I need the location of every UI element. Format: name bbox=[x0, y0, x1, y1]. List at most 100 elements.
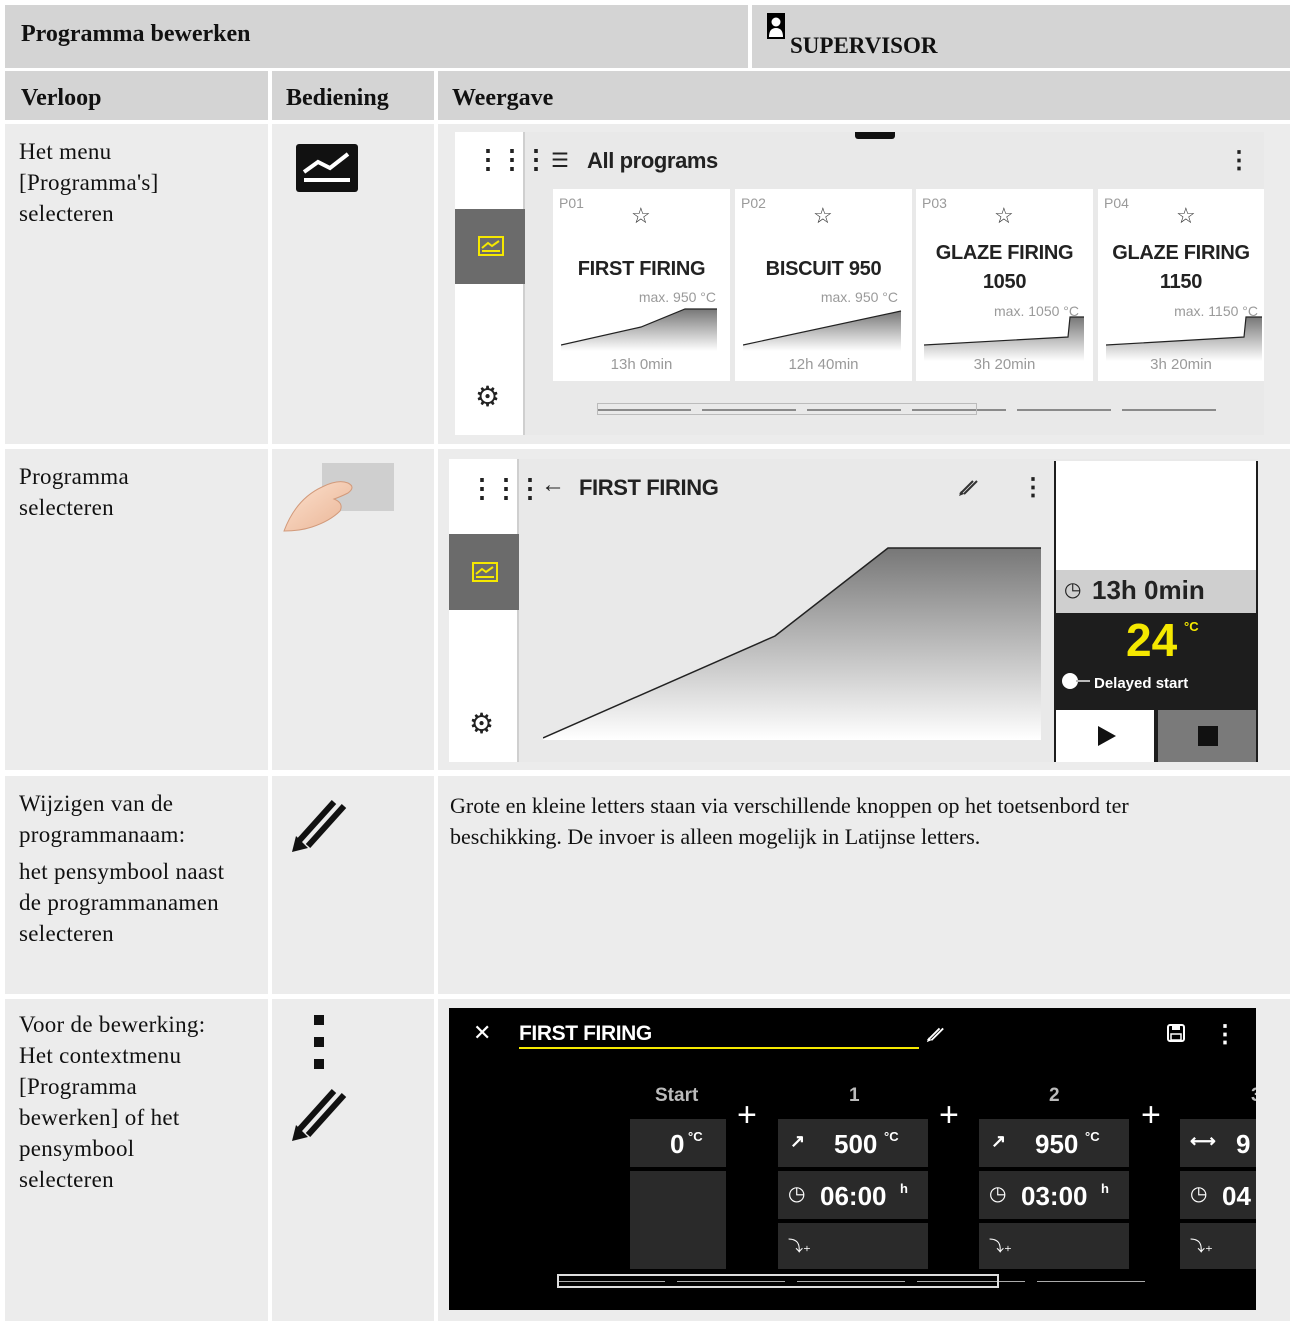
program-card[interactable]: P02 ☆ BISCUIT 950 max. 950 °C 12h 40min bbox=[735, 189, 912, 381]
text-line: Voor de bewerking: bbox=[19, 1012, 206, 1037]
scroll-thumb[interactable] bbox=[557, 1274, 999, 1288]
more-menu-icon[interactable]: ⋮ bbox=[1227, 146, 1251, 175]
play-icon bbox=[1098, 726, 1116, 746]
program-id: P03 bbox=[922, 195, 947, 211]
user-icon bbox=[767, 13, 785, 39]
current-temperature: 24 bbox=[1126, 614, 1178, 666]
segment-event-tile[interactable]: ⤵₊ bbox=[1180, 1223, 1256, 1269]
nav-programs-active[interactable] bbox=[449, 534, 519, 610]
column-header-weergave: Weergave bbox=[438, 71, 1290, 120]
row1-display: ⋮⋮⋮ ⚙ ☰ All programs ⋮ P01 ☆ FIRST FIRIN… bbox=[438, 124, 1290, 444]
header-role-cell: SUPERVISOR bbox=[752, 5, 1290, 68]
segment-event-tile[interactable]: ⤵₊ bbox=[778, 1223, 928, 1269]
temperature-unit: °C bbox=[1184, 619, 1199, 634]
unit-label: °C bbox=[688, 1129, 703, 1144]
segment-temp-value: 500 bbox=[834, 1129, 878, 1159]
segment-temp-tile[interactable]: ↗ 950 °C bbox=[979, 1119, 1129, 1167]
program-id: P02 bbox=[741, 195, 766, 211]
segment-time-tile[interactable]: ◷ 03:00 h bbox=[979, 1171, 1129, 1219]
top-notch bbox=[855, 132, 895, 139]
pencil-icon[interactable] bbox=[957, 475, 979, 497]
program-name: GLAZE FIRING bbox=[935, 242, 1074, 264]
unit-label: h bbox=[900, 1181, 908, 1196]
text-line: selecteren bbox=[19, 1167, 114, 1192]
program-curve bbox=[743, 310, 902, 351]
duration-value: 13h 0min bbox=[1092, 575, 1205, 605]
row3-display: Grote en kleine letters staan via versch… bbox=[438, 776, 1290, 994]
star-icon[interactable]: ☆ bbox=[813, 203, 833, 229]
program-card[interactable]: P03 ☆ GLAZE FIRING 1050 max. 1050 °C 3h … bbox=[916, 189, 1093, 381]
stop-button[interactable] bbox=[1158, 710, 1256, 762]
pencil-icon[interactable] bbox=[925, 1023, 945, 1043]
segment-time-tile[interactable]: ◷ 04 bbox=[1180, 1171, 1256, 1219]
scroll-thumb[interactable] bbox=[597, 403, 977, 415]
pencil-icon bbox=[292, 799, 347, 852]
add-segment-button[interactable]: + bbox=[737, 1096, 757, 1135]
apps-grid-icon[interactable]: ⋮⋮⋮ bbox=[469, 475, 543, 501]
segment-time-tile[interactable]: ◷ 06:00 h bbox=[778, 1171, 928, 1219]
column-header-verloop: Verloop bbox=[5, 71, 268, 120]
star-icon[interactable]: ☆ bbox=[631, 203, 651, 229]
programs-screen-title: All programs bbox=[587, 148, 718, 173]
play-button[interactable] bbox=[1056, 710, 1154, 762]
text-line: Programma bbox=[19, 464, 130, 489]
row2-control bbox=[272, 449, 434, 770]
program-name-line2: 1150 bbox=[1159, 271, 1203, 293]
row2-step-text: Programma selecteren bbox=[19, 461, 129, 523]
segment-temp-tile[interactable]: ⟷ 9 bbox=[1180, 1119, 1256, 1167]
more-menu-icon[interactable]: ⋮ bbox=[1213, 1020, 1237, 1049]
text-line: de programmanamen bbox=[19, 890, 219, 915]
segment-temp-value: 950 bbox=[1035, 1129, 1079, 1159]
delayed-start-label: Delayed start bbox=[1094, 675, 1189, 692]
text-line: selecteren bbox=[19, 495, 114, 520]
back-arrow-icon[interactable]: ← bbox=[541, 471, 565, 499]
text-line: Wijzigen van de bbox=[19, 791, 174, 816]
program-edit-screen: ✕ FIRST FIRING ⋮ Start 0 °C + + + 1 ↗ 50… bbox=[449, 1008, 1256, 1310]
firing-curve-chart bbox=[543, 547, 1041, 740]
row3-step-text: Wijzigen van de programmanaam: het pensy… bbox=[19, 788, 224, 949]
stop-icon bbox=[1198, 726, 1218, 746]
row4-display: ✕ FIRST FIRING ⋮ Start 0 °C + + + 1 ↗ 50… bbox=[438, 999, 1290, 1321]
program-duration: 3h 20min bbox=[1150, 356, 1212, 373]
clock-icon: ◷ bbox=[1190, 1183, 1208, 1205]
ramp-icon: ↗ bbox=[790, 1131, 806, 1151]
start-label: Start bbox=[655, 1085, 699, 1106]
gear-icon[interactable]: ⚙ bbox=[475, 380, 500, 413]
program-card[interactable]: P01 ☆ FIRST FIRING max. 950 °C 13h 0min bbox=[553, 189, 730, 381]
add-segment-button[interactable]: + bbox=[939, 1096, 959, 1135]
segment-event-tile[interactable]: ⤵₊ bbox=[979, 1223, 1129, 1269]
close-icon[interactable]: ✕ bbox=[473, 1020, 491, 1046]
star-icon[interactable]: ☆ bbox=[994, 203, 1014, 229]
program-duration: 3h 20min bbox=[973, 356, 1036, 373]
hold-icon: ⟷ bbox=[1190, 1131, 1216, 1151]
apps-grid-icon[interactable]: ⋮⋮⋮ bbox=[475, 146, 549, 172]
save-icon[interactable] bbox=[1167, 1024, 1185, 1042]
delayed-start-toggle[interactable] bbox=[1062, 673, 1090, 689]
add-segment-button[interactable]: + bbox=[1141, 1096, 1161, 1135]
column-header-label: Verloop bbox=[21, 85, 102, 111]
program-card[interactable]: P04 ☆ GLAZE FIRING 1150 max. 1150 °C 3h … bbox=[1098, 189, 1264, 381]
role-label: SUPERVISOR bbox=[790, 33, 938, 58]
start-temp-tile[interactable]: 0 °C bbox=[630, 1119, 726, 1167]
duration-bar: ◷ 13h 0min bbox=[1056, 570, 1256, 613]
nav-programs-active[interactable] bbox=[455, 209, 525, 284]
program-curve bbox=[924, 316, 1084, 361]
preview-area bbox=[1056, 461, 1256, 570]
row2-step: Programma selecteren bbox=[5, 449, 268, 770]
text-line: Grote en kleine letters staan via versch… bbox=[450, 793, 1129, 818]
more-menu-icon[interactable]: ⋮ bbox=[1021, 473, 1045, 502]
segment-temp-value: 9 bbox=[1236, 1129, 1251, 1159]
ramp-icon: ↗ bbox=[991, 1131, 1007, 1151]
program-curve bbox=[561, 308, 717, 351]
program-name-line2: 1050 bbox=[982, 271, 1027, 293]
program-name-field[interactable]: FIRST FIRING bbox=[519, 1022, 652, 1046]
text-line: beschikking. De invoer is alleen mogelij… bbox=[450, 824, 981, 849]
gear-icon[interactable]: ⚙ bbox=[469, 707, 494, 740]
column-header-label: Weergave bbox=[452, 85, 554, 111]
nav-rail: ⋮⋮⋮ ⚙ bbox=[455, 132, 549, 435]
start-empty-tile bbox=[630, 1171, 726, 1269]
segment-temp-tile[interactable]: ↗ 500 °C bbox=[778, 1119, 928, 1167]
star-icon[interactable]: ☆ bbox=[1176, 203, 1196, 229]
row1-control bbox=[272, 124, 434, 444]
list-icon[interactable]: ☰ bbox=[551, 148, 569, 173]
